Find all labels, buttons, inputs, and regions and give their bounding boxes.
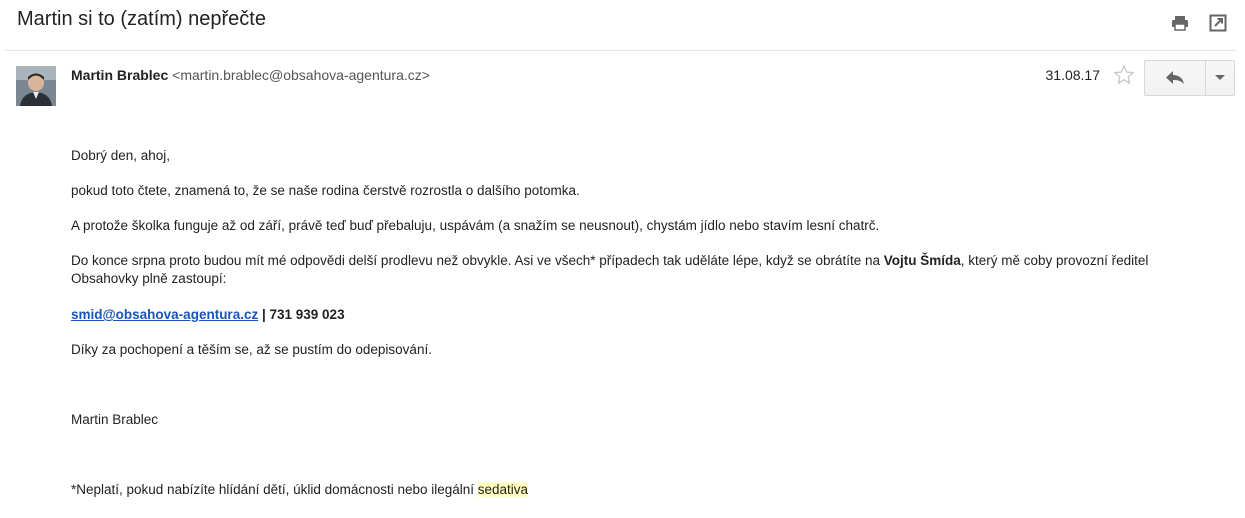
signature: Martin Brablec [71, 412, 159, 427]
message-date: 31.08.17 [1045, 67, 1101, 83]
sender-email: <martin.brablec@obsahova-agentura.cz> [172, 67, 430, 83]
footnote-text: *Neplatí, pokud nabízíte hlídání dětí, ú… [71, 482, 478, 497]
printer-icon[interactable] [1171, 14, 1189, 32]
sender-info: Martin Brablec <martin.brablec@obsahova-… [71, 67, 430, 83]
header-divider [5, 50, 1237, 51]
contact-line: smid@obsahova-agentura.cz | 731 939 023 [71, 306, 345, 324]
body-paragraph: Do konce srpna proto budou mít mé odpově… [71, 252, 1191, 288]
contact-phone: | 731 939 023 [258, 307, 345, 322]
contact-email-link[interactable]: smid@obsahova-agentura.cz [71, 307, 258, 322]
body-paragraph: A protože školka funguje až od září, prá… [71, 218, 880, 233]
more-actions-button[interactable] [1206, 61, 1234, 95]
sender-name[interactable]: Martin Brablec [71, 67, 168, 83]
header-actions [1171, 14, 1227, 32]
paragraph-text: Do konce srpna proto budou mít mé odpově… [71, 253, 884, 268]
footnote: *Neplatí, pokud nabízíte hlídání dětí, ú… [71, 481, 529, 499]
dropdown-arrow-icon [1215, 75, 1225, 80]
contact-person-name: Vojtu Šmída [883, 253, 961, 268]
email-subject: Martin si to (zatím) nepřečte [17, 8, 266, 30]
highlighted-word: sedativa [477, 482, 529, 497]
avatar-photo [16, 66, 56, 106]
reply-button-group [1144, 60, 1235, 96]
star-icon[interactable] [1113, 64, 1135, 86]
sender-avatar[interactable] [16, 66, 56, 106]
greeting: Dobrý den, ahoj, [71, 148, 171, 163]
email-view: Martin si to (zatím) nepřečte Martin Bra… [0, 0, 1245, 518]
reply-icon [1166, 71, 1184, 84]
body-paragraph: Díky za pochopení a těším se, až se pust… [71, 342, 432, 357]
open-in-new-window-icon[interactable] [1209, 14, 1227, 32]
body-paragraph: pokud toto čtete, znamená to, že se naše… [71, 183, 580, 198]
reply-button[interactable] [1145, 61, 1206, 95]
